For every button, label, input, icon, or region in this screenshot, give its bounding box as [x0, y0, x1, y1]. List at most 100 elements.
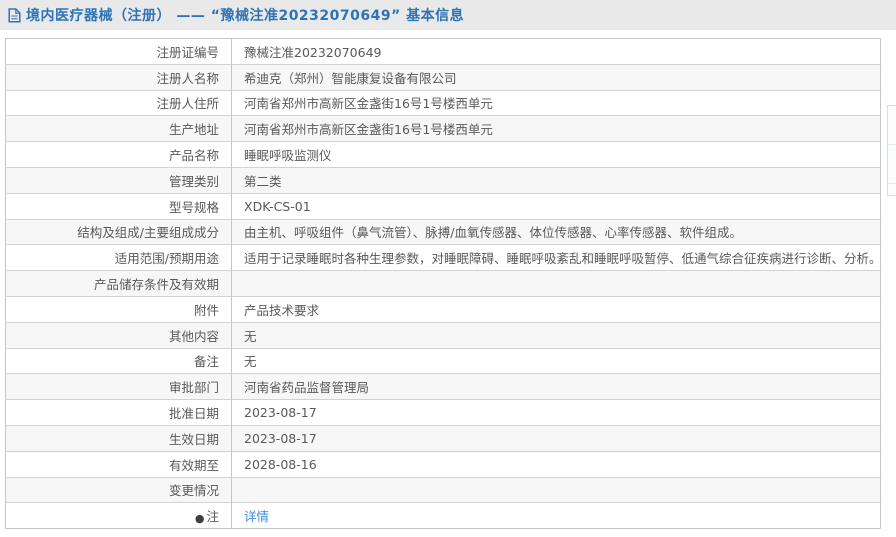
row-label: ● 注	[5, 502, 232, 529]
row-label-text: 型号规格	[168, 199, 219, 215]
row-value: 无	[232, 322, 881, 348]
row-label-text: 产品储存条件及有效期	[93, 277, 219, 293]
row-label-text: 其他内容	[168, 328, 219, 344]
row-label: 管理类别	[5, 167, 232, 194]
row-value: 由主机、呼吸组件（鼻气流管）、脉搏/血氧传感器、体位传感器、心率传感器、软件组成…	[232, 219, 881, 245]
page-title: 境内医疗器械（注册） —— “豫械注准20232070649” 基本信息	[26, 8, 465, 24]
row-value: 无	[232, 348, 881, 374]
row-value: 第二类	[232, 167, 881, 193]
row-label-text: 变更情况	[168, 483, 219, 499]
row-value-text: 无	[244, 354, 257, 370]
table-row: 生产地址 河南省郑州市高新区金盏街16号1号楼西单元	[5, 115, 881, 142]
row-value-text: 无	[244, 328, 257, 344]
row-label: 有效期至	[5, 451, 232, 478]
row-value: XDK-CS-01	[232, 193, 881, 219]
details-link[interactable]: 详情	[244, 509, 269, 524]
row-label: 注册人住所	[5, 90, 232, 116]
row-label-text: 产品名称	[168, 148, 219, 164]
row-value-text: XDK-CS-01	[244, 198, 311, 214]
row-label-text: 有效期至	[168, 457, 219, 473]
table-row: 变更情况	[5, 477, 881, 503]
row-label-text: 管理类别	[168, 173, 219, 189]
table-row: 生效日期 2023-08-17	[5, 425, 881, 452]
row-label: 生效日期	[5, 425, 232, 452]
row-label-text: 备注	[193, 354, 219, 370]
right-cutoff-panel-divider	[888, 144, 896, 145]
row-label: 注册人名称	[5, 64, 232, 91]
registration-info-table: 注册证编号 豫械注准20232070649 注册人名称 希迪克（郑州）智能康复设备有限…	[5, 38, 881, 530]
row-value: 2023-08-17	[232, 425, 881, 451]
row-value: 详情	[232, 503, 881, 529]
row-value: 产品技术要求	[232, 296, 881, 322]
row-value: 希迪克（郑州）智能康复设备有限公司	[232, 64, 881, 90]
row-label-text: 注册人名称	[156, 70, 219, 86]
row-label: 适用范围/预期用途	[5, 244, 232, 271]
table-row: ● 注详情	[5, 502, 881, 529]
row-value-text: 第二类	[244, 173, 282, 189]
row-value-text: 2023-08-17	[244, 430, 317, 446]
row-value-text: 河南省药品监督管理局	[244, 380, 370, 396]
table-row: 管理类别 第二类	[5, 167, 881, 194]
registration-info-table-body: 注册证编号 豫械注准20232070649 注册人名称 希迪克（郑州）智能康复设备有限…	[5, 38, 881, 529]
row-label: 审批部门	[5, 373, 232, 400]
table-row: 注册证编号 豫械注准20232070649	[5, 38, 881, 65]
row-label-text: 适用范围/预期用途	[114, 251, 219, 267]
row-value: 2023-08-17	[232, 400, 881, 426]
row-label: 批准日期	[5, 399, 232, 426]
row-value: 河南省药品监督管理局	[232, 374, 881, 400]
table-row: 注册人住所 河南省郑州市高新区金盏街16号1号楼西单元	[5, 90, 881, 116]
row-label-text: 生产地址	[168, 122, 219, 138]
table-row: 型号规格 XDK-CS-01	[5, 193, 881, 220]
row-label: 型号规格	[5, 193, 232, 220]
table-row: 结构及组成/主要组成成分 由主机、呼吸组件（鼻气流管）、脉搏/血氧传感器、体位传感…	[5, 219, 881, 245]
row-label-text: 附件	[193, 302, 219, 318]
row-label: 结构及组成/主要组成成分	[5, 219, 232, 245]
page-header: 境内医疗器械（注册） —— “豫械注准20232070649” 基本信息	[0, 0, 896, 30]
row-label-text: 结构及组成/主要组成成分	[77, 225, 219, 241]
row-value-text: 睡眠呼吸监测仪	[244, 148, 332, 164]
table-row: 有效期至 2028-08-16	[5, 451, 881, 478]
table-row: 其他内容 无	[5, 322, 881, 349]
row-label: 产品名称	[5, 141, 232, 168]
table-row: 注册人名称 希迪克（郑州）智能康复设备有限公司	[5, 64, 881, 91]
document-icon	[8, 7, 21, 23]
row-label: 变更情况	[5, 477, 232, 503]
row-label-text: 注	[206, 509, 219, 525]
table-row: 审批部门 河南省药品监督管理局	[5, 373, 881, 400]
row-value-text: 产品技术要求	[244, 302, 320, 318]
row-value-text: 河南省郑州市高新区金盏街16号1号楼西单元	[244, 122, 493, 138]
row-value-text: 豫械注准20232070649	[244, 44, 382, 60]
right-cutoff-panel	[887, 105, 896, 196]
row-value-text: 适用于记录睡眠时各种生理参数，对睡眠障碍、睡眠呼吸紊乱和睡眠呼吸暂停、低通气综合…	[244, 251, 881, 267]
row-value: 2028-08-16	[232, 451, 881, 477]
note-icon: ●	[194, 512, 205, 526]
table-row: 备注 无	[5, 348, 881, 374]
row-value-text: 2028-08-16	[244, 456, 317, 472]
row-value-text: 希迪克（郑州）智能康复设备有限公司	[244, 70, 457, 86]
row-label-text: 注册证编号	[156, 44, 219, 60]
row-label: 注册证编号	[5, 38, 232, 65]
row-label-text: 批准日期	[168, 406, 219, 422]
row-label: 备注	[5, 348, 232, 374]
table-row: 产品名称 睡眠呼吸监测仪	[5, 141, 881, 168]
row-value-text: 2023-08-17	[244, 405, 317, 421]
row-value-text: 河南省郑州市高新区金盏街16号1号楼西单元	[244, 96, 493, 112]
row-value: 睡眠呼吸监测仪	[232, 142, 881, 168]
row-label-text: 审批部门	[168, 380, 219, 396]
right-cutoff-panel-divider	[888, 183, 896, 184]
row-label: 产品储存条件及有效期	[5, 270, 232, 297]
table-row: 适用范围/预期用途 适用于记录睡眠时各种生理参数，对睡眠障碍、睡眠呼吸紊乱和睡眠呼…	[5, 244, 881, 271]
row-value: 适用于记录睡眠时各种生理参数，对睡眠障碍、睡眠呼吸紊乱和睡眠呼吸暂停、低通气综合…	[232, 245, 881, 271]
row-label-text: 生效日期	[168, 431, 219, 447]
row-value	[232, 477, 881, 503]
row-label-text: 注册人住所	[156, 96, 219, 112]
table-row: 附件 产品技术要求	[5, 296, 881, 323]
row-value: 豫械注准20232070649	[232, 39, 881, 65]
row-value: 河南省郑州市高新区金盏街16号1号楼西单元	[232, 116, 881, 142]
row-label: 生产地址	[5, 115, 232, 142]
row-label: 附件	[5, 296, 232, 323]
table-row: 产品储存条件及有效期	[5, 270, 881, 297]
table-row: 批准日期 2023-08-17	[5, 399, 881, 426]
row-value	[232, 271, 881, 297]
row-label: 其他内容	[5, 322, 232, 349]
